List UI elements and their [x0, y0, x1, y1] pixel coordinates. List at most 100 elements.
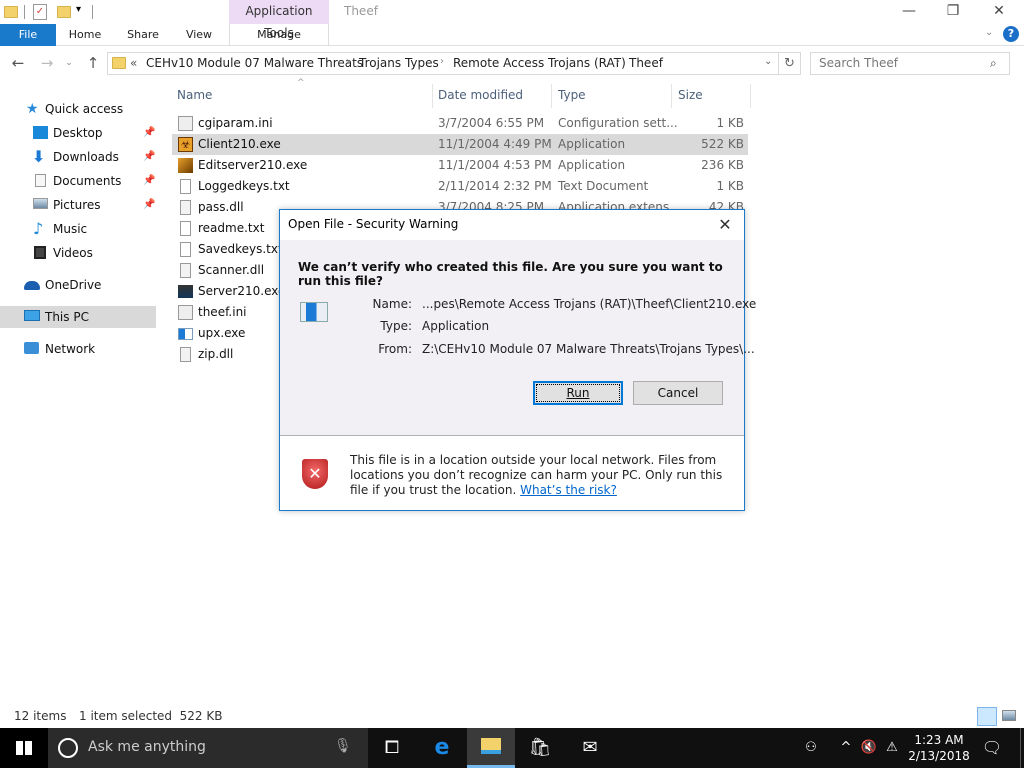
show-hidden-icons-button[interactable]: ^: [838, 728, 854, 768]
column-divider[interactable]: [750, 84, 751, 108]
volume-muted-icon[interactable]: 🔇: [858, 728, 880, 768]
sidebar-item-downloads[interactable]: ⬇ Downloads 📌: [0, 146, 156, 168]
people-icon[interactable]: ⚇: [796, 728, 826, 768]
sidebar-item-this-pc[interactable]: This PC: [0, 306, 156, 328]
column-header-type[interactable]: Type: [558, 88, 586, 102]
sidebar-item-desktop[interactable]: Desktop 📌: [0, 122, 156, 144]
tab-view[interactable]: View: [176, 24, 222, 46]
cancel-button[interactable]: Cancel: [633, 381, 723, 405]
chevron-right-icon[interactable]: ›: [346, 56, 350, 67]
cortana-icon: [58, 738, 78, 758]
address-dropdown-icon[interactable]: ⌄: [764, 56, 772, 67]
music-icon: ♪: [33, 219, 44, 238]
column-header-name[interactable]: Name: [177, 88, 212, 102]
pin-icon[interactable]: 📌: [143, 146, 155, 168]
breadcrumb-rat[interactable]: Remote Access Trojans (RAT): [453, 56, 626, 70]
column-divider[interactable]: [432, 84, 433, 108]
address-bar[interactable]: « CEHv10 Module 07 Malware Threats › Tro…: [107, 52, 779, 75]
close-button[interactable]: ✕: [976, 0, 1022, 24]
network-warning-icon[interactable]: ⚠: [882, 728, 902, 768]
breadcrumb-module[interactable]: CEHv10 Module 07 Malware Threats: [146, 56, 363, 70]
file-row-selected[interactable]: ☣ Client210.exe 11/1/2004 4:49 PM Applic…: [172, 134, 748, 155]
tab-manage[interactable]: Manage: [229, 24, 329, 46]
minimize-button[interactable]: —: [886, 0, 932, 24]
file-explorer-taskbar-button[interactable]: [467, 728, 515, 768]
file-name: Scanner.dll: [198, 263, 265, 277]
column-divider[interactable]: [671, 84, 672, 108]
sidebar-item-pictures[interactable]: Pictures 📌: [0, 194, 156, 216]
file-name: readme.txt: [198, 221, 265, 235]
help-icon[interactable]: ?: [1003, 26, 1019, 42]
pin-icon[interactable]: 📌: [143, 194, 155, 216]
sidebar-item-documents[interactable]: Documents 📌: [0, 170, 156, 192]
file-date: 3/7/2004 6:55 PM: [438, 116, 545, 130]
folder-icon: [4, 6, 18, 18]
action-center-icon[interactable]: 🗨: [980, 728, 1004, 768]
refresh-button[interactable]: ↻: [779, 52, 801, 75]
large-icons-view-button[interactable]: [1002, 710, 1016, 721]
task-view-button[interactable]: ⧠: [368, 728, 416, 768]
file-type: Application: [558, 158, 626, 172]
divider: [24, 5, 25, 19]
run-button[interactable]: Run: [533, 381, 623, 405]
sidebar-item-quick-access[interactable]: ★ Quick access: [0, 98, 156, 120]
this-pc-icon: [24, 310, 40, 321]
title-bar: ✓ ▾ Application Tools Theef — ❐ ✕: [0, 0, 1024, 40]
sidebar-item-videos[interactable]: Videos: [0, 242, 156, 264]
maximize-button[interactable]: ❐: [930, 0, 976, 24]
clock[interactable]: 1:23 AM 2/13/2018: [902, 732, 976, 764]
status-bar: 12 items 1 item selected 522 KB: [0, 706, 1024, 728]
pin-icon[interactable]: 📌: [143, 122, 155, 144]
file-date: 11/1/2004 4:53 PM: [438, 158, 552, 172]
sidebar-item-network[interactable]: Network: [0, 338, 156, 360]
file-row[interactable]: Loggedkeys.txt 2/11/2014 2:32 PM Text Do…: [172, 176, 748, 197]
recent-locations-button[interactable]: ⌄: [60, 54, 78, 72]
tab-file[interactable]: File: [0, 24, 56, 46]
cortana-search-box[interactable]: Ask me anything 🎙: [48, 728, 368, 768]
server-app-icon: [178, 285, 193, 298]
mail-icon[interactable]: ✉: [566, 728, 614, 768]
text-file-icon: [180, 179, 191, 194]
start-button[interactable]: [0, 728, 48, 768]
videos-icon: [34, 246, 46, 259]
column-header-date[interactable]: Date modified: [438, 88, 523, 102]
forward-button[interactable]: →: [38, 54, 56, 72]
edge-icon[interactable]: e: [418, 728, 466, 768]
back-button[interactable]: ←: [9, 54, 27, 72]
dll-file-icon: [180, 200, 191, 215]
show-desktop-button[interactable]: [1020, 728, 1024, 768]
sidebar-item-label: This PC: [45, 310, 89, 324]
navigation-pane: ★ Quick access Desktop 📌 ⬇ Downloads 📌 D…: [0, 96, 160, 386]
file-row[interactable]: cgiparam.ini 3/7/2004 6:55 PM Configurat…: [172, 113, 748, 134]
up-button[interactable]: ↑: [84, 54, 102, 72]
file-name: upx.exe: [198, 326, 246, 340]
tab-share[interactable]: Share: [120, 24, 166, 46]
column-header-size[interactable]: Size: [678, 88, 703, 102]
search-input[interactable]: Search Theef: [810, 52, 1010, 75]
security-warning-dialog: Open File - Security Warning ✕ We can’t …: [279, 209, 756, 511]
file-name: Loggedkeys.txt: [198, 179, 290, 193]
details-view-button[interactable]: [977, 707, 997, 726]
dialog-close-button[interactable]: ✕: [712, 212, 738, 238]
chevron-right-icon[interactable]: ›: [616, 56, 620, 67]
breadcrumb-overflow[interactable]: «: [130, 56, 137, 70]
microphone-icon[interactable]: 🎙: [334, 738, 352, 754]
file-row[interactable]: Editserver210.exe 11/1/2004 4:53 PM Appl…: [172, 155, 748, 176]
pin-icon[interactable]: 📌: [143, 170, 155, 192]
breadcrumb-trojans-types[interactable]: Trojans Types: [359, 56, 439, 70]
store-icon[interactable]: 🛍: [516, 728, 564, 768]
properties-icon[interactable]: ✓: [33, 4, 47, 20]
new-folder-icon[interactable]: [57, 6, 71, 18]
chevron-right-icon[interactable]: ›: [440, 56, 444, 67]
whats-the-risk-link[interactable]: What’s the risk?: [520, 483, 617, 497]
expand-ribbon-icon[interactable]: ⌄: [985, 27, 993, 38]
field-value-name: ...pes\Remote Access Trojans (RAT)\Theef…: [422, 297, 757, 311]
divider: [92, 5, 93, 19]
sidebar-item-music[interactable]: ♪ Music: [0, 218, 156, 240]
customize-qat-icon[interactable]: ▾: [76, 4, 81, 15]
pictures-icon: [33, 198, 48, 209]
column-divider[interactable]: [551, 84, 552, 108]
sidebar-item-onedrive[interactable]: OneDrive: [0, 274, 156, 296]
tab-home[interactable]: Home: [62, 24, 108, 46]
breadcrumb-theef[interactable]: Theef: [629, 56, 663, 70]
